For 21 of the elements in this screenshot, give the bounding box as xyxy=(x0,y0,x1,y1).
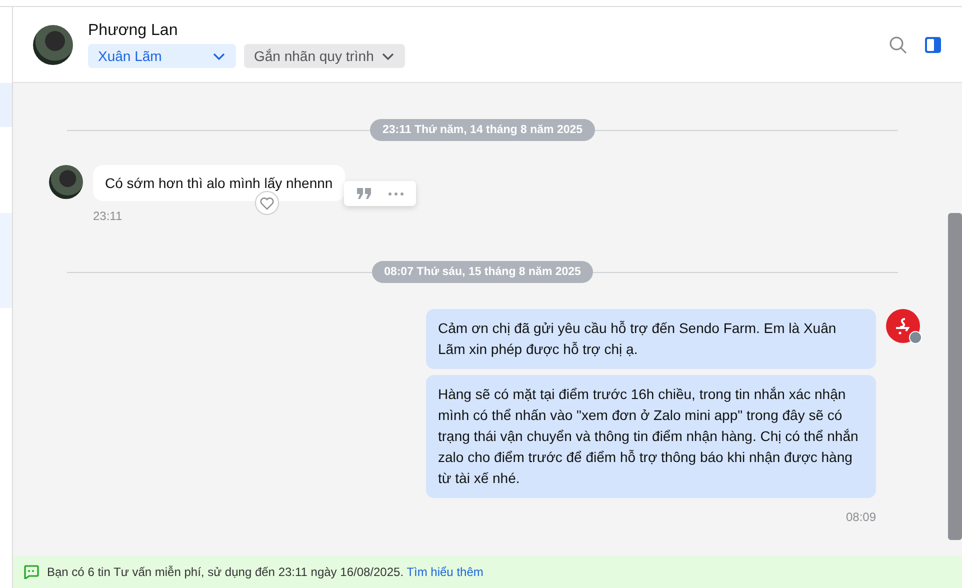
date-divider: 08:07 Thứ sáu, 15 tháng 8 năm 2025 xyxy=(372,261,593,283)
avatar xyxy=(33,24,73,64)
banner-text: Bạn có 6 tin Tư vấn miễn phí, sử dụng đến 23:11 ngày 16/08/2025. Tìm hiểu thêm xyxy=(47,565,484,579)
message-time: 08:09 xyxy=(846,510,876,524)
message-bubble: Có sớm hơn thì alo mình lấy nhennn xyxy=(93,165,345,201)
message-bubble: Cảm ơn chị đã gửi yêu cầu hỗ trợ đến Sendo Farm. Em là Xuân Lãm xin phép được hỗ trợ chị ạ. xyxy=(426,309,876,369)
learn-more-link[interactable]: Tìm hiểu thêm xyxy=(406,565,484,579)
message-bubble: Hàng sẽ có mặt tại điểm trước 16h chiều, trong tin nhắn xác nhận mình có thể nhấn vào "xem đơn ở Zalo mini app" trong đây sẽ có trạng thái vận chuyển và thông tin điểm nhận hàng. Chị có thể nhắn zalo cho điểm trước để điểm hỗ trợ thông báo khi nhận được hàng từ tài xế nhé. xyxy=(426,375,876,498)
search-icon[interactable] xyxy=(888,34,908,54)
chat-bubble-icon xyxy=(23,565,39,579)
sidebar-toggle-icon[interactable] xyxy=(924,36,942,54)
contact-name: Phương Lan xyxy=(88,22,179,40)
quote-icon[interactable] xyxy=(356,187,372,200)
label-dropdown[interactable]: Gắn nhãn quy trình xyxy=(244,44,405,68)
more-icon[interactable] xyxy=(388,192,404,196)
assignee-dropdown[interactable]: Xuân Lãm xyxy=(88,44,236,68)
scrollbar-thumb[interactable] xyxy=(948,213,962,540)
shop-avatar xyxy=(886,309,920,343)
avatar xyxy=(49,165,83,199)
date-divider: 23:11 Thứ năm, 14 tháng 8 năm 2025 xyxy=(370,119,595,141)
message-time: 23:11 xyxy=(93,209,124,223)
